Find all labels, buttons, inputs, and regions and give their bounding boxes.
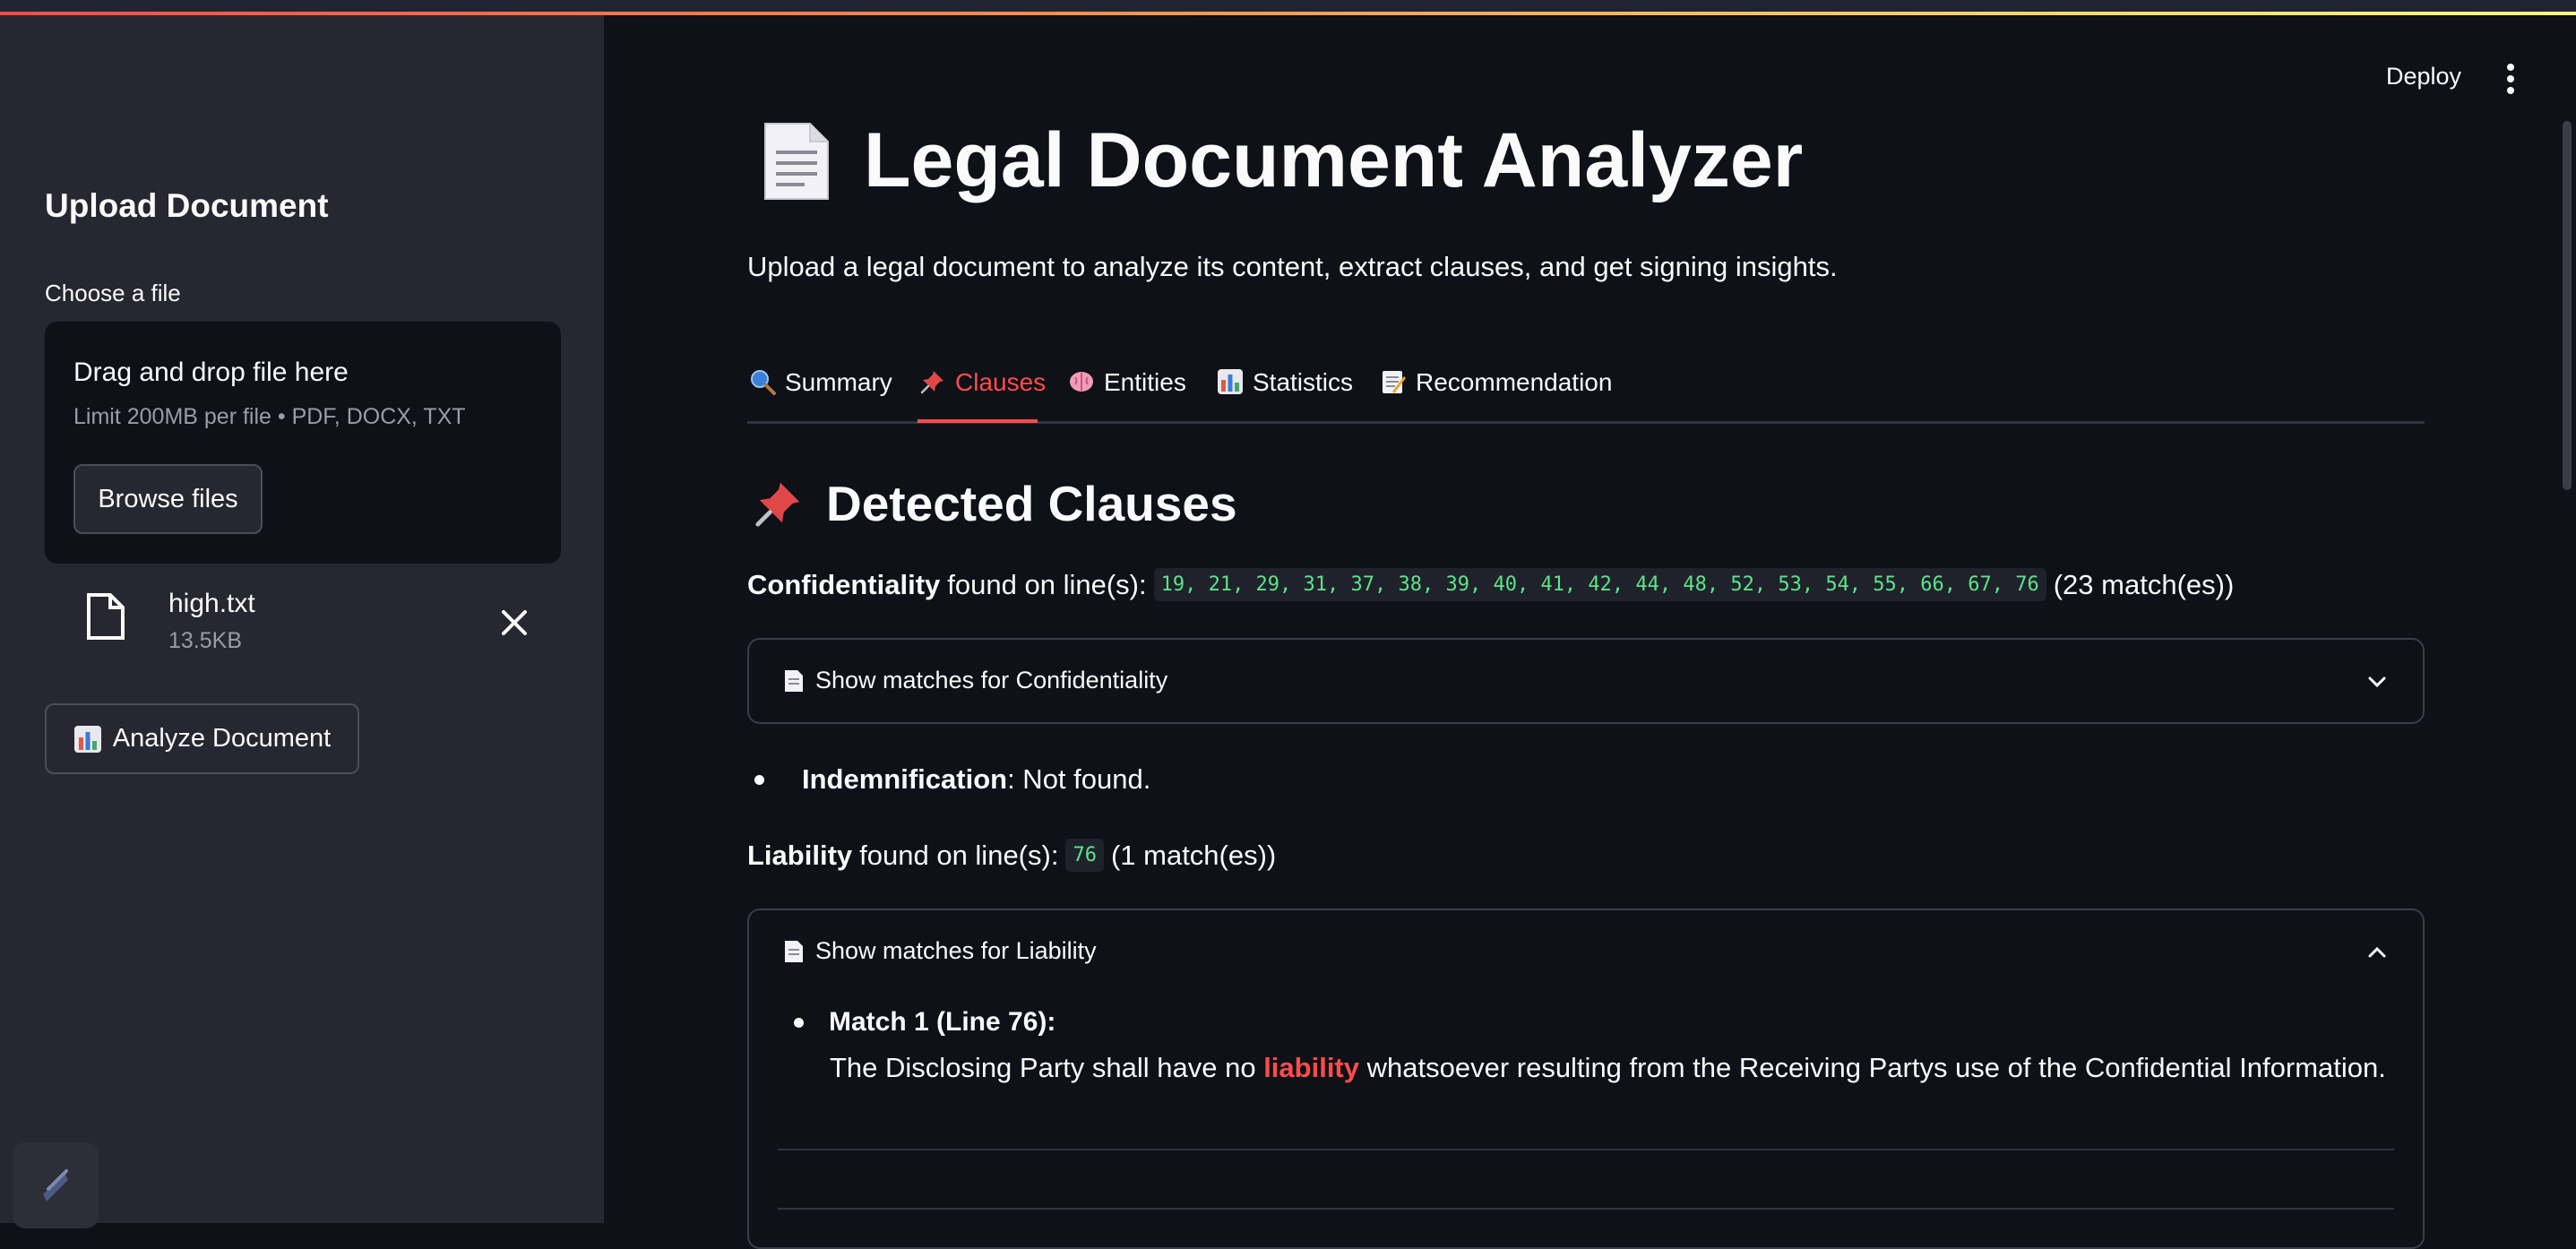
sidebar: Upload Document Choose a file Drag and d…	[0, 15, 604, 1228]
remove-file-icon[interactable]	[496, 605, 532, 641]
magnifier-icon	[751, 370, 776, 395]
match-text: The Disclosing Party shall have no liabi…	[830, 1052, 2386, 1084]
confidentiality-result: Confidentiality found on line(s): 19, 21…	[747, 568, 2234, 601]
document-icon	[764, 122, 829, 200]
deploy-button[interactable]: Deploy	[2386, 63, 2461, 90]
found-text: found on line(s):	[859, 839, 1059, 871]
file-uploader-label: Choose a file	[45, 280, 181, 306]
file-dropzone[interactable]: Drag and drop file here Limit 200MB per …	[45, 322, 561, 564]
bullet-dot	[754, 774, 764, 785]
expander-header: Show matches for Liability	[783, 937, 1097, 965]
page-scrollbar[interactable]	[2563, 121, 2572, 490]
clause-name: Indemnification	[802, 763, 1008, 795]
tab-bar: Summary Clauses Entities Statistics Reco…	[747, 363, 2425, 424]
match-count: (1 match(es))	[1110, 839, 1277, 871]
uploaded-file-item: high.txt 13.5KB	[45, 580, 561, 669]
bar-chart-icon	[73, 725, 101, 753]
clause-name: Liability	[747, 839, 853, 871]
page-icon	[785, 669, 803, 692]
uploaded-file-name: high.txt	[168, 589, 255, 618]
tab-recommendation-label: Recommendation	[1416, 368, 1613, 396]
top-decoration-bar	[0, 0, 2576, 15]
divider	[778, 1149, 2394, 1150]
analyze-document-button[interactable]: Analyze Document	[45, 703, 359, 774]
tab-clauses-label: Clauses	[955, 368, 1047, 396]
brain-icon	[1070, 372, 1093, 392]
expander-header: Show matches for Confidentiality	[783, 667, 1167, 694]
match-title: Match 1 (Line 76):	[794, 1007, 1055, 1038]
match-highlight: liability	[1263, 1052, 1359, 1083]
match-text-after: whatsoever resulting from the Receiving …	[1359, 1052, 2386, 1083]
line-numbers: 19, 21, 29, 31, 37, 38, 39, 40, 41, 42, …	[1153, 568, 2046, 601]
indemnification-result: Indemnification : Not found.	[754, 763, 1150, 796]
bullet-dot	[794, 1017, 804, 1028]
tab-entities-label: Entities	[1104, 368, 1186, 396]
tab-summary[interactable]: Summary	[749, 368, 892, 424]
page-title-text: Legal Document Analyzer	[864, 117, 1804, 203]
divider	[778, 1208, 2394, 1210]
page-subtitle: Upload a legal document to analyze its c…	[747, 251, 1838, 282]
found-text: found on line(s):	[947, 568, 1147, 600]
tab-statistics[interactable]: Statistics	[1217, 368, 1353, 424]
file-icon	[87, 593, 125, 640]
analyze-button-label: Analyze Document	[112, 724, 332, 753]
section-heading: Detected Clauses	[753, 475, 1237, 532]
liability-result: Liability found on line(s): 76 (1 match(…	[747, 839, 1276, 872]
sidebar-title: Upload Document	[45, 187, 329, 224]
streamlit-logo-icon[interactable]	[13, 1142, 99, 1228]
uploaded-file-size: 13.5KB	[168, 628, 243, 653]
tab-entities[interactable]: Entities	[1068, 368, 1186, 424]
tab-statistics-label: Statistics	[1253, 368, 1354, 396]
pushpin-icon	[920, 371, 943, 394]
expander-label: Show matches for Liability	[815, 937, 1097, 964]
main-menu-icon[interactable]	[2500, 61, 2521, 97]
page-title: Legal Document Analyzer	[760, 116, 1803, 205]
clause-status: : Not found.	[1007, 763, 1151, 795]
tab-clauses[interactable]: Clauses	[919, 368, 1046, 424]
tab-recommendation[interactable]: Recommendation	[1380, 368, 1612, 424]
match-text-before: The Disclosing Party shall have no	[830, 1052, 1264, 1083]
line-numbers: 76	[1065, 839, 1104, 872]
page-icon	[785, 940, 803, 962]
confidentiality-expander[interactable]: Show matches for Confidentiality	[747, 638, 2425, 724]
match-title-text: Match 1 (Line 76):	[829, 1007, 1056, 1037]
active-tab-indicator	[918, 419, 1038, 423]
dropzone-instructions: Drag and drop file here	[73, 357, 349, 387]
chevron-down-icon	[2368, 676, 2386, 688]
tab-summary-label: Summary	[785, 368, 892, 396]
match-count: (23 match(es))	[2053, 568, 2235, 600]
expander-label: Show matches for Confidentiality	[815, 667, 1168, 693]
bar-chart-icon	[1218, 369, 1243, 394]
liability-expander[interactable]: Show matches for Liability Match 1 (Line…	[747, 909, 2425, 1249]
pushpin-icon	[755, 482, 800, 527]
dropzone-limit-text: Limit 200MB per file • PDF, DOCX, TXT	[73, 404, 466, 429]
browse-files-button[interactable]: Browse files	[73, 464, 263, 534]
clause-name: Confidentiality	[747, 568, 941, 600]
memo-icon	[1383, 371, 1406, 393]
section-title: Detected Clauses	[826, 476, 1237, 531]
chevron-up-icon	[2368, 946, 2386, 958]
